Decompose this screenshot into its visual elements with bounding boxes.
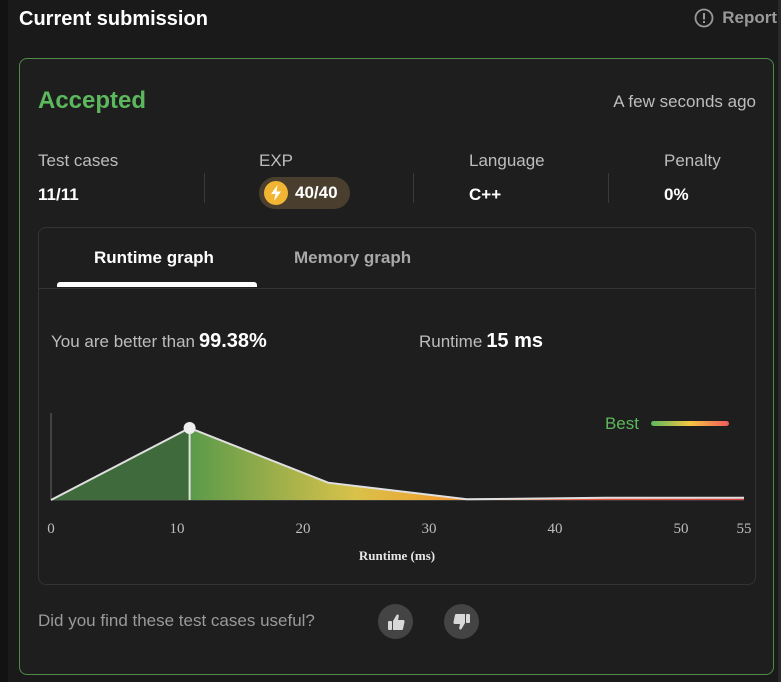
legend-gradient-bar — [651, 421, 729, 426]
stat-test-cases: Test cases 11/11 — [38, 151, 118, 205]
percentile-value: 99.38% — [199, 330, 267, 352]
stat-value: 0% — [664, 185, 689, 204]
x-tick-label: 20 — [296, 521, 311, 537]
stat-value: 11/11 — [38, 185, 79, 204]
x-tick-label: 0 — [47, 521, 55, 537]
chart-area-right — [189, 428, 745, 500]
feedback-question: Did you find these test cases useful? — [38, 611, 315, 630]
page-title: Current submission — [19, 8, 208, 30]
x-tick-label: 30 — [422, 521, 437, 537]
stat-label: EXP — [259, 151, 294, 170]
stat-label: Test cases — [38, 151, 119, 170]
chart-marker-point[interactable] — [183, 422, 196, 434]
divider — [204, 173, 205, 203]
runtime-chart[interactable]: 0 10 20 30 40 50 55 Runtime (ms) Best — [39, 398, 755, 578]
exp-badge: 40/40 — [259, 177, 350, 209]
x-tick-label: 40 — [548, 521, 563, 537]
x-axis-label: Runtime (ms) — [359, 548, 435, 563]
thumbs-down-icon — [452, 613, 470, 630]
left-border — [0, 0, 8, 682]
thumbs-up-icon — [387, 613, 405, 630]
legend-label: Best — [605, 414, 639, 433]
stat-language: Language C++ — [469, 151, 545, 205]
status-badge: Accepted — [38, 87, 147, 114]
thumbs-up-button[interactable] — [378, 604, 413, 639]
divider — [608, 173, 609, 203]
stat-label: Language — [469, 151, 545, 170]
runtime-value: 15 ms — [486, 330, 544, 352]
graph-tabs: Runtime graph Memory graph — [39, 228, 755, 289]
runtime-summary: Runtime 15 ms — [419, 330, 543, 353]
report-button[interactable]: Report — [694, 8, 777, 28]
report-label: Report — [722, 8, 777, 27]
tab-memory-graph[interactable]: Memory graph — [294, 248, 411, 268]
lightning-bolt-icon — [264, 181, 288, 205]
runtime-label: Runtime — [419, 332, 483, 351]
graph-panel: Runtime graph Memory graph You are bette… — [38, 227, 756, 585]
info-circle-icon — [694, 8, 714, 28]
percentile-summary: You are better than 99.38% — [51, 330, 267, 353]
timestamp: A few seconds ago — [613, 92, 756, 111]
submission-page: Current submission Report Accepted A few… — [0, 0, 781, 682]
x-tick-label: 50 — [674, 521, 689, 537]
stat-exp: EXP 40/40 — [259, 151, 350, 211]
x-tick-label: 55 — [737, 521, 752, 537]
stat-label: Penalty — [664, 151, 721, 170]
percentile-label: You are better than — [51, 332, 195, 351]
thumbs-down-button[interactable] — [444, 604, 479, 639]
tab-runtime-graph[interactable]: Runtime graph — [94, 248, 214, 268]
x-axis-ticks: 0 10 20 30 40 50 55 — [47, 521, 751, 537]
divider — [413, 173, 414, 203]
submission-card: Accepted A few seconds ago Test cases 11… — [19, 58, 774, 675]
active-tab-indicator — [57, 282, 257, 287]
stat-penalty: Penalty 0% — [664, 151, 721, 205]
x-tick-label: 10 — [170, 521, 185, 537]
stat-value: 40/40 — [295, 183, 338, 202]
stat-value: C++ — [469, 185, 502, 204]
